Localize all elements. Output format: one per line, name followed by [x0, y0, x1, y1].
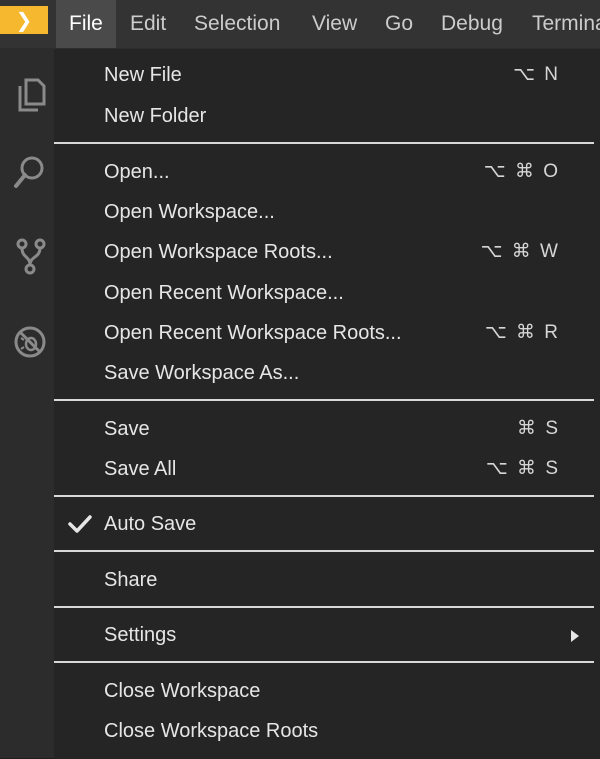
menu-debug[interactable]: Debug [441, 0, 503, 48]
menu-item-label: Close Workspace Roots [104, 720, 319, 742]
menu-item-label: Auto Save [104, 513, 197, 535]
menu-item-label: Open Workspace... [104, 201, 275, 223]
menu-item-shortcut: ⌥ ⌘ W [480, 241, 560, 262]
debug-icon[interactable] [12, 322, 48, 362]
menu-item-auto-save[interactable]: Auto Save [54, 504, 600, 544]
app-logo-icon[interactable]: ❯ [0, 6, 48, 34]
files-icon[interactable] [12, 76, 48, 116]
menu-item-label: Close Workspace [104, 680, 261, 702]
menu-separator [54, 399, 594, 401]
menu-item-new-file[interactable]: New File ⌥ N [54, 55, 600, 95]
menu-item-label: Open... [104, 161, 170, 183]
search-icon[interactable] [12, 152, 48, 192]
chevron-right-icon [570, 629, 580, 642]
menu-item-shortcut: ⌥ ⌘ R [484, 322, 560, 343]
menu-separator [54, 661, 594, 663]
activity-bar [0, 48, 54, 758]
menu-item-close-workspace[interactable]: Close Workspace [54, 671, 600, 711]
menu-selection[interactable]: Selection [194, 0, 280, 48]
menu-item-label: Open Recent Workspace Roots... [104, 322, 402, 344]
menu-item-shortcut: ⌥ ⌘ O [483, 161, 560, 182]
menu-item-save-workspace-as[interactable]: Save Workspace As... [54, 353, 600, 393]
checkmark-icon [68, 514, 92, 534]
menu-edit[interactable]: Edit [130, 0, 166, 48]
menu-item-save-all[interactable]: Save All ⌥ ⌘ S [54, 449, 600, 489]
menu-terminal[interactable]: Termina [532, 0, 600, 48]
menu-item-shortcut: ⌘ S [517, 418, 560, 439]
menu-item-open-recent-workspace[interactable]: Open Recent Workspace... [54, 273, 600, 313]
menu-item-settings[interactable]: Settings [54, 615, 600, 655]
menu-item-label: New Folder [104, 105, 207, 127]
menu-go[interactable]: Go [385, 0, 413, 48]
menu-file[interactable]: File [56, 0, 116, 48]
menu-item-close-workspace-roots[interactable]: Close Workspace Roots [54, 711, 600, 751]
menu-item-open-workspace[interactable]: Open Workspace... [54, 192, 600, 232]
menu-separator [54, 550, 594, 552]
menu-item-open-recent-workspace-roots[interactable]: Open Recent Workspace Roots... ⌥ ⌘ R [54, 313, 600, 353]
menu-item-open[interactable]: Open... ⌥ ⌘ O [54, 152, 600, 192]
source-control-icon[interactable] [12, 236, 48, 276]
menu-item-new-folder[interactable]: New Folder [54, 96, 600, 136]
menu-item-label: Open Workspace Roots... [104, 241, 333, 263]
menu-item-label: Settings [104, 624, 177, 646]
menu-item-save[interactable]: Save ⌘ S [54, 409, 600, 449]
menu-item-label: Share [104, 569, 158, 591]
menu-item-open-workspace-roots[interactable]: Open Workspace Roots... ⌥ ⌘ W [54, 232, 600, 272]
menu-item-label: Save [104, 418, 150, 440]
menu-item-label: New File [104, 64, 182, 86]
menu-separator [54, 606, 594, 608]
menu-item-shortcut: ⌥ N [513, 64, 560, 85]
menu-item-shortcut: ⌥ ⌘ S [485, 458, 560, 479]
menu-item-label: Open Recent Workspace... [104, 282, 344, 304]
menu-separator [54, 142, 594, 144]
menu-item-label: Save Workspace As... [104, 362, 300, 384]
menu-item-label: Save All [104, 458, 177, 480]
menu-bar: ❯ File Edit Selection View Go Debug Term… [0, 0, 600, 48]
menu-view[interactable]: View [312, 0, 357, 48]
menu-separator [54, 495, 594, 497]
menu-item-share[interactable]: Share [54, 560, 600, 600]
file-menu: New File ⌥ N New Folder Open... ⌥ ⌘ O Op… [54, 48, 600, 759]
